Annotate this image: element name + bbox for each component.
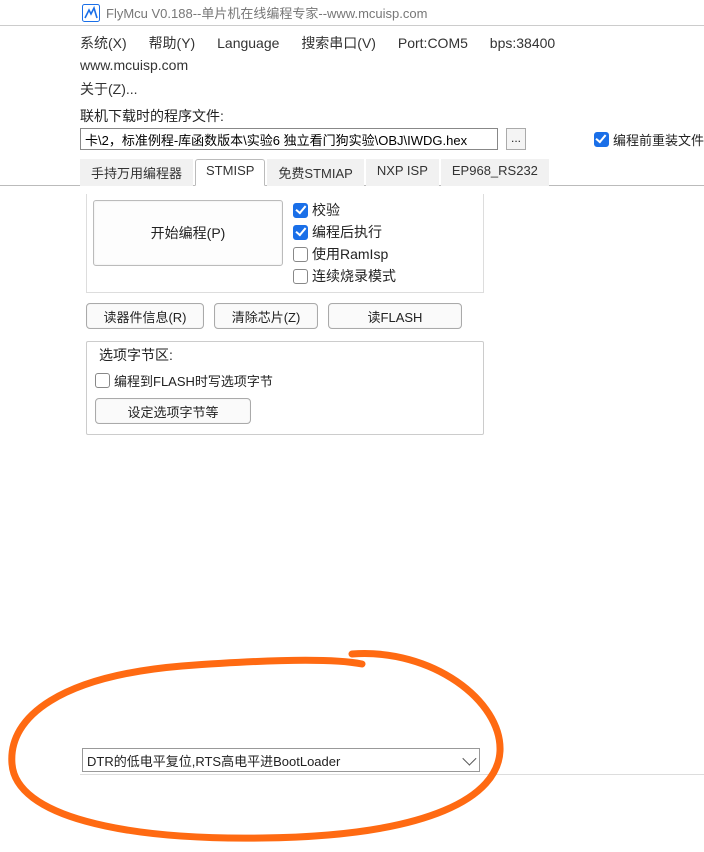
menu-search[interactable]: 搜索串口(V)	[301, 32, 376, 54]
titlebar: FlyMcu V0.188--单片机在线编程专家--www.mcuisp.com	[0, 0, 704, 26]
verify-label: 校验	[312, 200, 340, 220]
menubar: 系统(X) 帮助(Y) Language 搜索串口(V) Port:COM5 b…	[0, 26, 704, 106]
contburn-checkbox[interactable]	[293, 269, 308, 284]
window-title: FlyMcu V0.188--单片机在线编程专家--www.mcuisp.com	[106, 3, 427, 22]
tab-ep968[interactable]: EP968_RS232	[441, 159, 549, 186]
menu-about[interactable]: 关于(Z)...	[80, 78, 138, 100]
option-bytes-group: 选项字节区: 编程到FLASH时写选项字节 设定选项字节等	[86, 341, 484, 435]
program-block: 开始编程(P) 校验 编程后执行 使用RamIsp 连续烧录模式	[86, 194, 484, 293]
ramisp-label: 使用RamIsp	[312, 244, 388, 264]
program-options: 校验 编程后执行 使用RamIsp 连续烧录模式	[293, 200, 396, 286]
file-row: ... 编程前重装文件	[0, 128, 704, 158]
file-label: 联机下载时的程序文件:	[0, 106, 704, 128]
bootmode-combo-wrap: DTR的低电平复位,RTS高电平进BootLoader	[82, 748, 480, 772]
option-bytes-legend: 选项字节区:	[95, 345, 177, 365]
tab-handheld[interactable]: 手持万用编程器	[80, 159, 193, 186]
write-optbytes-checkbox[interactable]	[95, 373, 110, 388]
tab-nxpisp[interactable]: NXP ISP	[366, 159, 439, 186]
read-flash-button[interactable]: 读FLASH	[328, 303, 462, 329]
file-path-input[interactable]	[80, 128, 498, 150]
write-optbytes-label: 编程到FLASH时写选项字节	[114, 371, 273, 390]
menu-system[interactable]: 系统(X)	[80, 32, 127, 54]
read-info-button[interactable]: 读器件信息(R)	[86, 303, 204, 329]
stmisp-panel: 开始编程(P) 校验 编程后执行 使用RamIsp 连续烧录模式 读器件信息(R…	[80, 186, 490, 443]
ramisp-checkbox[interactable]	[293, 247, 308, 262]
browse-button[interactable]: ...	[506, 128, 526, 150]
status-bar	[80, 774, 704, 782]
tab-stmisp[interactable]: STMISP	[195, 159, 265, 186]
menu-help[interactable]: 帮助(Y)	[149, 32, 196, 54]
tab-stmiap[interactable]: 免费STMIAP	[267, 159, 363, 186]
runafter-checkbox[interactable]	[293, 225, 308, 240]
app-icon	[82, 4, 100, 22]
bootmode-selected: DTR的低电平复位,RTS高电平进BootLoader	[87, 751, 340, 770]
start-program-button[interactable]: 开始编程(P)	[93, 200, 283, 266]
action-button-row: 读器件信息(R) 清除芯片(Z) 读FLASH	[86, 303, 484, 329]
chevron-down-icon	[462, 752, 476, 766]
menu-site[interactable]: www.mcuisp.com	[80, 54, 188, 76]
menu-language[interactable]: Language	[217, 32, 279, 54]
menu-baud[interactable]: bps:38400	[490, 32, 555, 54]
hand-drawn-circle-annotation	[2, 646, 522, 846]
erase-chip-button[interactable]: 清除芯片(Z)	[214, 303, 318, 329]
runafter-label: 编程后执行	[312, 222, 382, 242]
reload-checkbox[interactable]	[594, 132, 609, 147]
tab-bar: 手持万用编程器 STMISP 免费STMIAP NXP ISP EP968_RS…	[0, 158, 704, 186]
bootmode-combo[interactable]: DTR的低电平复位,RTS高电平进BootLoader	[82, 748, 480, 772]
menu-port[interactable]: Port:COM5	[398, 32, 468, 54]
verify-checkbox[interactable]	[293, 203, 308, 218]
set-option-bytes-button[interactable]: 设定选项字节等	[95, 398, 251, 424]
reload-label: 编程前重装文件	[613, 130, 704, 149]
contburn-label: 连续烧录模式	[312, 266, 396, 286]
